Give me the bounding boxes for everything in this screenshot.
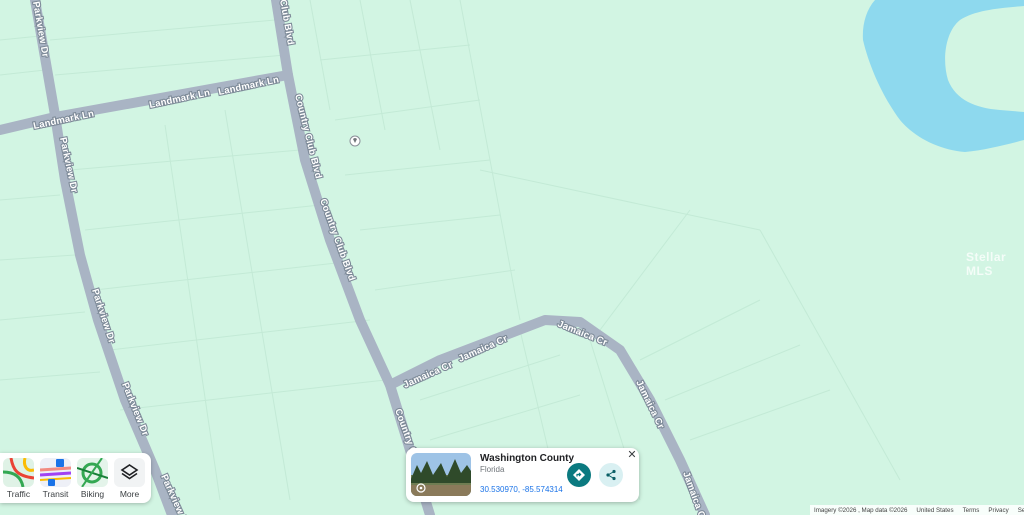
map-land (0, 0, 1024, 515)
layer-biking-label: Biking (80, 489, 105, 499)
place-info-card[interactable]: Washington County Florida 30.530970, -85… (406, 448, 639, 502)
share-icon (606, 469, 616, 481)
map-watermark: Stellar MLS (966, 250, 1007, 278)
privacy-link[interactable]: Privacy (988, 507, 1008, 514)
close-icon[interactable]: ✕ (626, 449, 638, 461)
place-title: Washington County (480, 453, 575, 464)
biking-layer-icon (77, 458, 108, 487)
place-coordinates[interactable]: 30.530970, -85.574314 (480, 485, 563, 494)
layer-traffic-label: Traffic (6, 489, 31, 499)
layer-biking-button[interactable]: Biking (74, 458, 111, 499)
country-link[interactable]: United States (916, 507, 953, 514)
map-canvas[interactable]: Parkview Dr Parkview Dr Parkview Dr Park… (0, 0, 1024, 515)
layer-transit-button[interactable]: Transit (37, 458, 74, 499)
send-feedback-link[interactable]: Se (1018, 507, 1024, 514)
place-photo[interactable] (411, 453, 471, 496)
location-pin-icon[interactable] (349, 135, 361, 147)
imagery-attribution: Imagery ©2026 , Map data ©2026 (814, 506, 908, 514)
directions-button[interactable] (567, 463, 591, 487)
transit-layer-icon (40, 458, 71, 487)
layers-stack-icon (114, 458, 145, 487)
terms-link[interactable]: Terms (963, 507, 980, 514)
layer-transit-label: Transit (42, 489, 69, 499)
layer-more-button[interactable]: More (111, 458, 148, 499)
layer-more-label: More (119, 489, 140, 499)
layer-traffic-button[interactable]: Traffic (0, 458, 37, 499)
traffic-layer-icon (3, 458, 34, 487)
directions-icon (573, 469, 585, 481)
share-button[interactable] (599, 463, 623, 487)
place-subtitle: Florida (480, 465, 505, 474)
map-footer: Imagery ©2026 , Map data ©2026 United St… (810, 505, 1024, 515)
layers-panel: Traffic Transit Biking More (0, 453, 151, 503)
